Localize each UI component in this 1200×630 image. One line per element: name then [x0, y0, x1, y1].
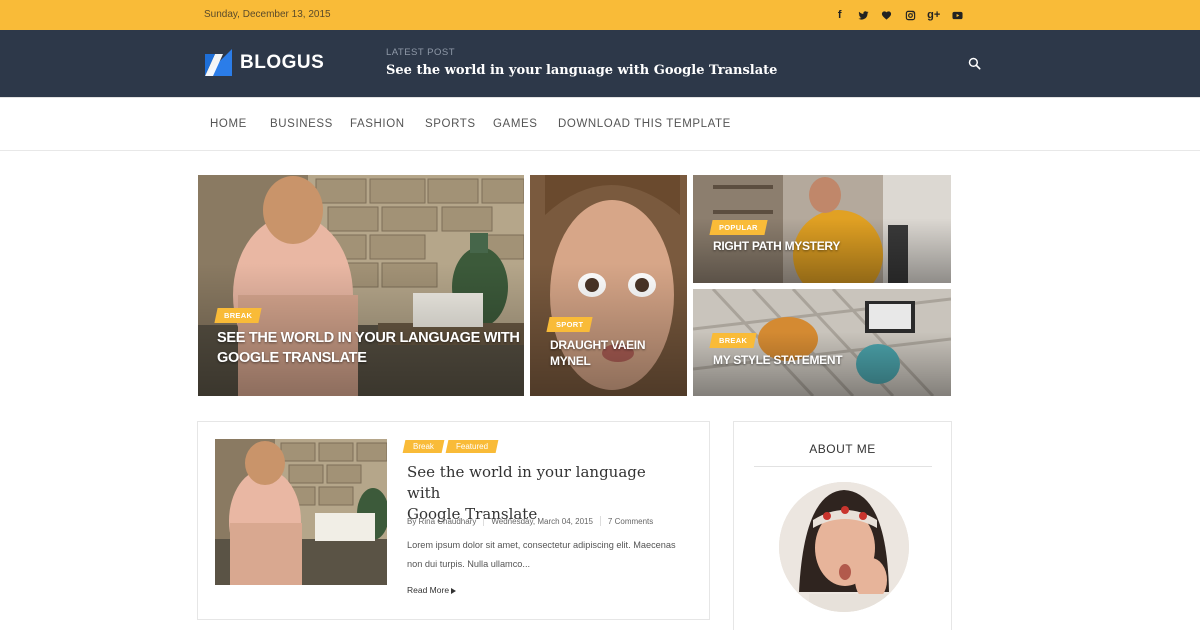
category-badge[interactable]: SPORT — [546, 317, 593, 332]
youtube-icon[interactable] — [946, 8, 970, 22]
latest-post-label: LATEST POST — [386, 47, 456, 58]
post-card: Break Featured See the world in your lan… — [197, 421, 710, 620]
site-logo-text[interactable]: BLOGUS — [240, 52, 324, 74]
heart-icon[interactable] — [875, 8, 899, 22]
facebook-icon[interactable]: f — [828, 8, 852, 22]
hero-top-right-title[interactable]: RIGHT PATH MYSTERY — [713, 239, 840, 253]
hero-post-top-right[interactable]: POPULAR RIGHT PATH MYSTERY — [693, 175, 951, 283]
category-badge[interactable]: BREAK — [709, 333, 757, 348]
hero-post-middle[interactable]: SPORT DRAUGHT VAEIN MYNEL — [530, 175, 687, 396]
nav-item-home[interactable]: HOME — [210, 118, 247, 130]
top-bar: Sunday, December 13, 2015 f g+ — [0, 0, 1200, 30]
nav-item-sports[interactable]: SPORTS — [425, 118, 476, 130]
google-plus-icon[interactable]: g+ — [922, 8, 946, 22]
hero-bottom-right-title[interactable]: MY STYLE STATEMENT — [713, 353, 843, 367]
hero-middle-title[interactable]: DRAUGHT VAEIN MYNEL — [550, 337, 646, 369]
tag-break[interactable]: Break — [402, 440, 445, 453]
post-thumbnail-image — [215, 439, 387, 585]
current-date: Sunday, December 13, 2015 — [204, 9, 331, 20]
category-badge[interactable]: BREAK — [214, 308, 262, 323]
nav-item-business[interactable]: BUSINESS — [270, 118, 333, 130]
read-more-link[interactable]: Read More — [407, 585, 457, 595]
instagram-icon[interactable] — [899, 8, 923, 22]
hero-post-bottom-right[interactable]: BREAK MY STYLE STATEMENT — [693, 289, 951, 396]
nav-item-download-template[interactable]: DOWNLOAD THIS TEMPLATE — [558, 118, 731, 130]
post-date: Wednesday, March 04, 2015 — [491, 516, 593, 526]
tag-featured[interactable]: Featured — [445, 440, 499, 453]
post-meta: By Rina Chaudhary Wednesday, March 04, 2… — [407, 516, 653, 526]
avatar-image — [779, 482, 909, 612]
nav-item-games[interactable]: GAMES — [493, 118, 538, 130]
about-divider — [754, 466, 932, 467]
post-excerpt: Lorem ipsum dolor sit amet, consectetur … — [407, 540, 676, 569]
latest-post-title[interactable]: See the world in your language with Goog… — [386, 63, 777, 78]
hero-main-title[interactable]: SEE THE WORLD IN YOUR LANGUAGE WITH GOOG… — [217, 328, 520, 368]
post-author[interactable]: By Rina Chaudhary — [407, 517, 476, 526]
hero-post-main[interactable]: BREAK SEE THE WORLD IN YOUR LANGUAGE WIT… — [198, 175, 524, 396]
meta-divider — [483, 516, 485, 526]
post-thumbnail[interactable] — [215, 439, 387, 585]
about-me-title: ABOUT ME — [809, 442, 876, 456]
avatar — [779, 482, 909, 612]
social-links: f g+ — [828, 8, 969, 22]
logo-icon[interactable] — [205, 49, 232, 76]
meta-divider — [599, 516, 601, 526]
category-badge[interactable]: POPULAR — [709, 220, 768, 235]
post-tags: Break Featured — [402, 440, 499, 453]
twitter-icon[interactable] — [852, 8, 876, 22]
nav-item-fashion[interactable]: FASHION — [350, 118, 405, 130]
site-header: BLOGUS LATEST POST See the world in your… — [0, 30, 1200, 97]
main-nav: HOME BUSINESS FASHION SPORTS GAMES DOWNL… — [0, 97, 1200, 151]
post-comments[interactable]: 7 Comments — [608, 517, 653, 526]
caret-right-icon — [451, 587, 457, 594]
search-icon[interactable] — [968, 57, 981, 70]
about-me-widget: ABOUT ME — [733, 421, 952, 630]
